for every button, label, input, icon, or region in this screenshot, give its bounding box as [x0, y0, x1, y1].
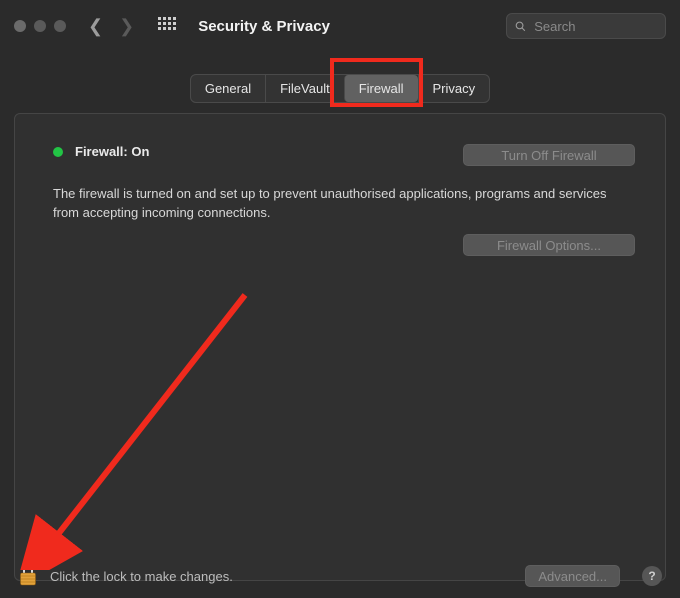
tab-firewall[interactable]: Firewall	[344, 75, 418, 102]
tabs-row: General FileVault Firewall Privacy	[0, 52, 680, 103]
back-button[interactable]: ❮	[88, 17, 103, 35]
tabs: General FileVault Firewall Privacy	[190, 74, 490, 103]
firewall-panel: Firewall: On Turn Off Firewall The firew…	[14, 113, 666, 581]
tab-privacy[interactable]: Privacy	[418, 75, 490, 102]
tab-filevault[interactable]: FileVault	[265, 75, 344, 102]
firewall-status-label: Firewall: On	[75, 144, 149, 159]
zoom-window-button[interactable]	[54, 20, 66, 32]
titlebar: ❮ ❯ Security & Privacy	[0, 0, 680, 52]
search-input[interactable]	[534, 19, 657, 34]
lock-hint-text: Click the lock to make changes.	[50, 569, 233, 584]
close-window-button[interactable]	[14, 20, 26, 32]
search-field[interactable]	[506, 13, 666, 39]
forward-button: ❯	[119, 17, 134, 35]
traffic-lights	[14, 20, 66, 32]
tab-general[interactable]: General	[191, 75, 265, 102]
window-title: Security & Privacy	[198, 18, 330, 35]
minimize-window-button[interactable]	[34, 20, 46, 32]
nav-arrows: ❮ ❯	[88, 17, 134, 35]
advanced-button[interactable]: Advanced...	[525, 565, 620, 587]
status-indicator-icon	[53, 147, 63, 157]
show-all-icon[interactable]	[158, 17, 176, 35]
search-icon	[515, 20, 526, 33]
firewall-description: The firewall is turned on and set up to …	[53, 185, 633, 223]
footer: Click the lock to make changes. Advanced…	[0, 554, 680, 598]
help-button[interactable]: ?	[642, 566, 662, 586]
firewall-options-button[interactable]: Firewall Options...	[463, 234, 635, 256]
turn-off-firewall-button[interactable]: Turn Off Firewall	[463, 144, 635, 166]
lock-icon[interactable]	[18, 564, 38, 588]
